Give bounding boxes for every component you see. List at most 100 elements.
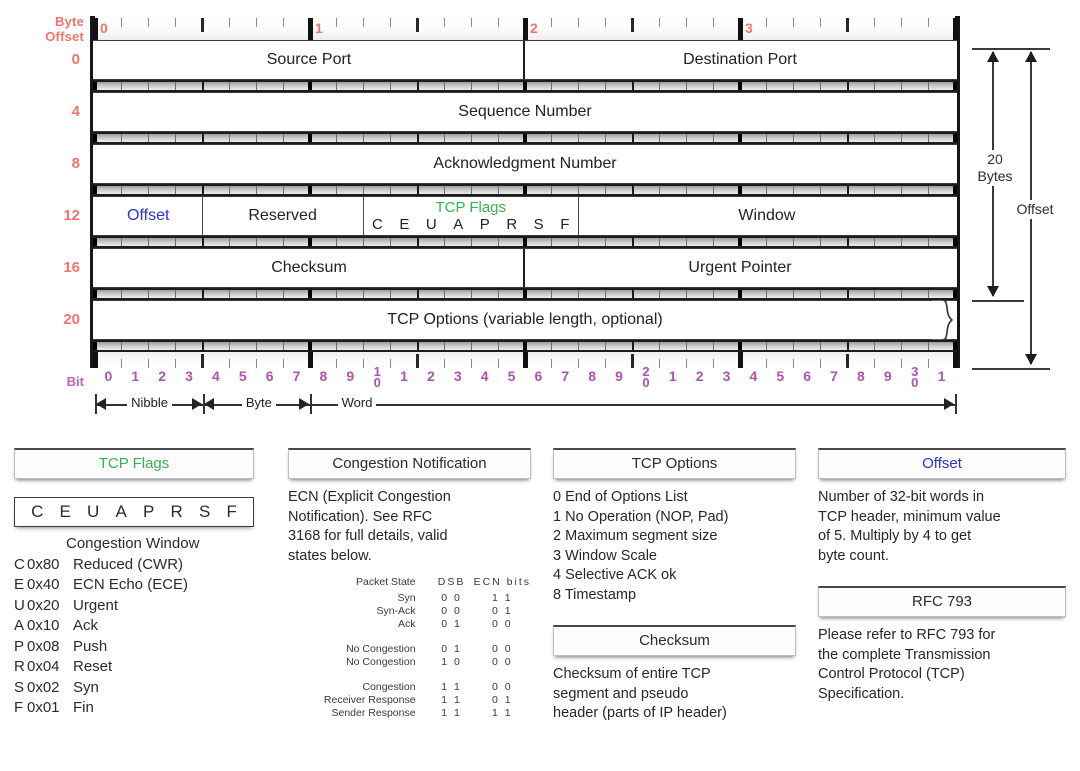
band-tick [228,134,230,142]
band-tick [658,134,660,142]
band-tick [255,134,257,142]
legend-flag-name: Syn [73,678,99,696]
band-tick [443,186,445,194]
legend-flag-name: ECN Echo (ECE) [73,576,189,593]
flag-letter: U [425,215,437,233]
band-tick [308,342,312,350]
legend-option-code: 8 [553,586,562,603]
band-tick [470,134,472,142]
legend-option-name: End of Options List [565,489,688,505]
legend-flag-letters: CEUAPRSF [14,497,254,527]
band-tick [148,186,150,194]
band-tick [766,186,768,194]
bit-number: 5 [507,368,516,384]
ecn-table-row: Receiver Response 1 1 0 1 [288,694,531,707]
ecn-dsb-bits: 0 1 [441,618,462,630]
ruler-tick [416,18,419,32]
ruler-tick [846,18,849,32]
band-tick [390,238,392,246]
band-tick [336,134,338,142]
ecn-table-row: Syn 0 0 1 1 [288,592,531,605]
ruler-tick [255,18,257,27]
band-tick [228,238,230,246]
band-tick [390,82,392,90]
band-tick [148,82,150,90]
measure-offset-arrow-down [1025,354,1037,365]
bit-number: 20 [642,364,650,390]
byte-offset-number: 12 [63,207,80,224]
ecn-packet-state: Sender Response [331,707,416,719]
band-tick [927,238,929,246]
band-tick [390,290,392,298]
band-tick [363,342,365,350]
band-tick [658,82,660,90]
ruler-tick [578,18,580,27]
legend-flag-row: A 0x10 Ack [14,616,254,637]
ruler-tick [712,18,714,27]
legend-rfc-line: Please refer to RFC 793 for [818,627,996,643]
ruler-tick [631,354,634,368]
bit-number: 2 [158,368,167,384]
bit-number: 1 [937,368,946,384]
band-tick [282,290,284,298]
band-tick [551,82,553,90]
legend-flag-letter: P [143,502,155,521]
ruler-tick [551,359,553,368]
field-tcp-flag-letters: CEUAPRSF [364,215,578,233]
field-reserved: Reserved [203,197,364,235]
band-tick [148,134,150,142]
band-tick [201,238,204,246]
ruler-tick [175,18,177,27]
bit-number: 6 [534,368,543,384]
scale-nibble-label: Nibble [127,395,172,410]
legend-option-name: Maximum segment size [565,528,718,544]
band-tick [578,186,580,194]
band-tick [308,238,312,246]
legend-flag-letter: A [115,502,127,521]
ecn-packet-state: Congestion [362,681,416,693]
scale-tick [955,394,957,414]
flag-letter: E [399,215,410,233]
ecn-table-row: Ack 0 1 0 0 [288,618,531,631]
ruler-tick [766,18,768,27]
byte-ruler-number: 1 [315,20,323,36]
bit-number: 9 [883,368,892,384]
band-tick [93,290,97,298]
band-tick [953,134,957,142]
legend-checksum-text: Checksum of entire TCP segment and pseudo… [553,656,796,724]
band-tick [658,342,660,350]
ecn-header-dsb: DSB [437,576,466,588]
band-tick [336,82,338,90]
band-tick [308,186,312,194]
ruler-tick [685,18,687,27]
ruler-tick [685,359,687,368]
band-tick [121,186,123,194]
band-tick [738,134,742,142]
ruler-tick [873,359,875,368]
bit-number: 8 [319,368,328,384]
band-tick [551,134,553,142]
band-tick [336,186,338,194]
ruler-tick [927,18,929,27]
variable-length-brace [932,299,958,341]
ecn-ecn-bits: 1 1 [491,592,513,604]
ecn-packet-state: Receiver Response [323,694,416,706]
band-tick [685,134,687,142]
flag-letter: R [506,215,518,233]
band-tick [363,290,365,298]
band-tick [631,238,634,246]
field-label: Urgent Pointer [688,259,792,276]
band-tick [470,290,472,298]
band-tick [255,290,257,298]
band-tick [605,134,607,142]
legend-checksum-title: Checksum [553,625,796,656]
band-tick [93,342,97,350]
band-tick [953,290,957,298]
band-tick [578,238,580,246]
band-tick [497,134,499,142]
band-tick [282,186,284,194]
band-tick [175,290,177,298]
band-tick [443,134,445,142]
measure-cap [972,300,1024,302]
band-tick [175,186,177,194]
